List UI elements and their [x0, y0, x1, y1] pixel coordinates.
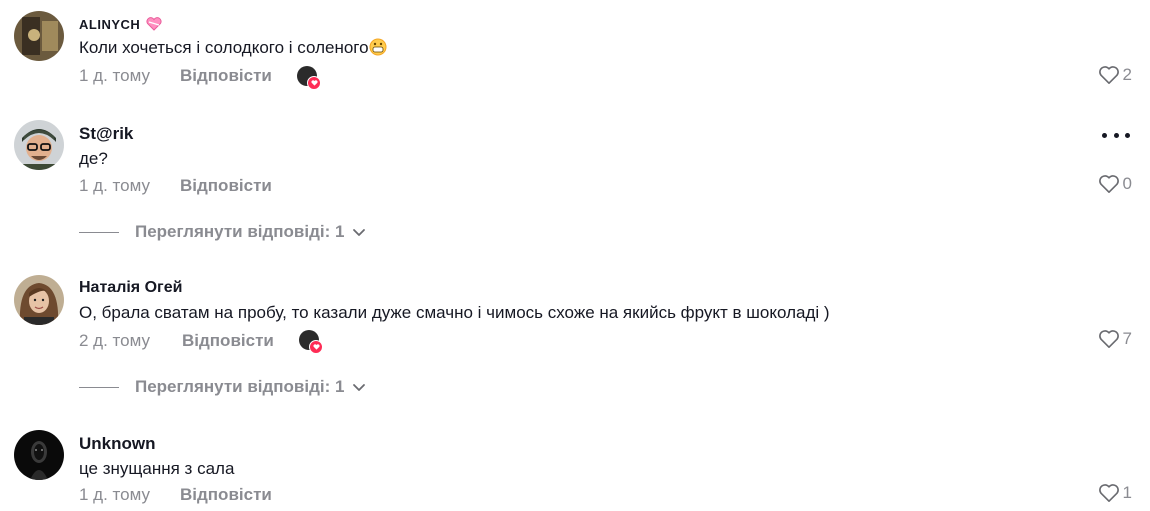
reply-button[interactable]: Відповісти — [180, 66, 272, 86]
avatar[interactable] — [14, 11, 64, 61]
comment-username[interactable]: ALINYCH — [79, 17, 162, 32]
comment-text: де? — [79, 149, 108, 168]
like-count: 0 — [1122, 174, 1132, 193]
like-button[interactable]: 7 — [1098, 329, 1132, 349]
view-replies-label: Переглянути відповіді: 1 — [135, 377, 345, 396]
comment-item: St@rik де? 1 д. тому Відповісти 0 Перегл… — [0, 110, 1150, 255]
comment-timestamp: 1 д. тому — [79, 66, 150, 85]
comment-text-content: Коли хочеться і солодкого і соленого — [79, 38, 369, 57]
heart-outline-icon — [1098, 330, 1119, 348]
pink-heart-emoji-icon — [146, 17, 162, 31]
heart-outline-icon — [1098, 484, 1119, 502]
comment-username[interactable]: St@rik — [79, 124, 133, 144]
like-count: 7 — [1122, 329, 1132, 348]
comment-timestamp: 1 д. тому — [79, 485, 150, 504]
comment-item: Unknown це знущання з сала 1 д. тому Від… — [0, 420, 1150, 511]
creator-heart-icon — [307, 76, 321, 90]
grinning-face-emoji-icon — [369, 38, 387, 56]
more-dot — [1125, 132, 1130, 138]
username-text: ALINYCH — [79, 17, 141, 32]
like-count: 2 — [1122, 65, 1132, 84]
replies-divider — [79, 231, 119, 233]
more-dot — [1113, 132, 1119, 138]
like-button[interactable]: 1 — [1098, 483, 1132, 503]
like-count: 1 — [1122, 483, 1132, 502]
avatar-image — [14, 11, 64, 61]
creator-heart-icon — [309, 340, 323, 354]
creator-liked-indicator — [299, 330, 323, 354]
chevron-down-icon — [353, 384, 366, 391]
avatar-image — [14, 275, 64, 325]
comment-text: це знущання з сала — [79, 459, 235, 478]
reply-button[interactable]: Відповісти — [180, 176, 272, 196]
view-replies-button[interactable]: Переглянути відповіді: 1 — [79, 222, 366, 242]
avatar[interactable] — [14, 275, 64, 325]
like-button[interactable]: 0 — [1098, 174, 1132, 194]
avatar[interactable] — [14, 120, 64, 170]
avatar-image — [14, 120, 64, 170]
view-replies-button[interactable]: Переглянути відповіді: 1 — [79, 377, 366, 397]
reply-button[interactable]: Відповісти — [180, 485, 272, 505]
creator-liked-indicator — [297, 66, 321, 90]
more-options-button[interactable] — [1102, 129, 1130, 141]
comment-username[interactable]: Наталія Огей — [79, 279, 182, 297]
chevron-down-icon — [353, 229, 366, 236]
heart-outline-icon — [1098, 175, 1119, 193]
avatar[interactable] — [14, 430, 64, 480]
view-replies-label: Переглянути відповіді: 1 — [135, 222, 345, 241]
replies-divider — [79, 386, 119, 388]
more-dot — [1102, 132, 1107, 138]
comment-item: ALINYCH Коли хочеться і солодкого і соле… — [0, 0, 1150, 110]
like-button[interactable]: 2 — [1098, 65, 1132, 85]
comment-item: Наталія Огей О, брала сватам на пробу, т… — [0, 265, 1150, 410]
comment-timestamp: 1 д. тому — [79, 176, 150, 195]
comment-text: О, брала сватам на пробу, то казали дуже… — [79, 303, 830, 322]
comment-timestamp: 2 д. тому — [79, 331, 150, 350]
reply-button[interactable]: Відповісти — [182, 331, 274, 351]
avatar-image — [14, 430, 64, 480]
heart-outline-icon — [1098, 66, 1119, 84]
comment-username[interactable]: Unknown — [79, 434, 156, 454]
comment-text: Коли хочеться і солодкого і соленого — [79, 38, 387, 58]
